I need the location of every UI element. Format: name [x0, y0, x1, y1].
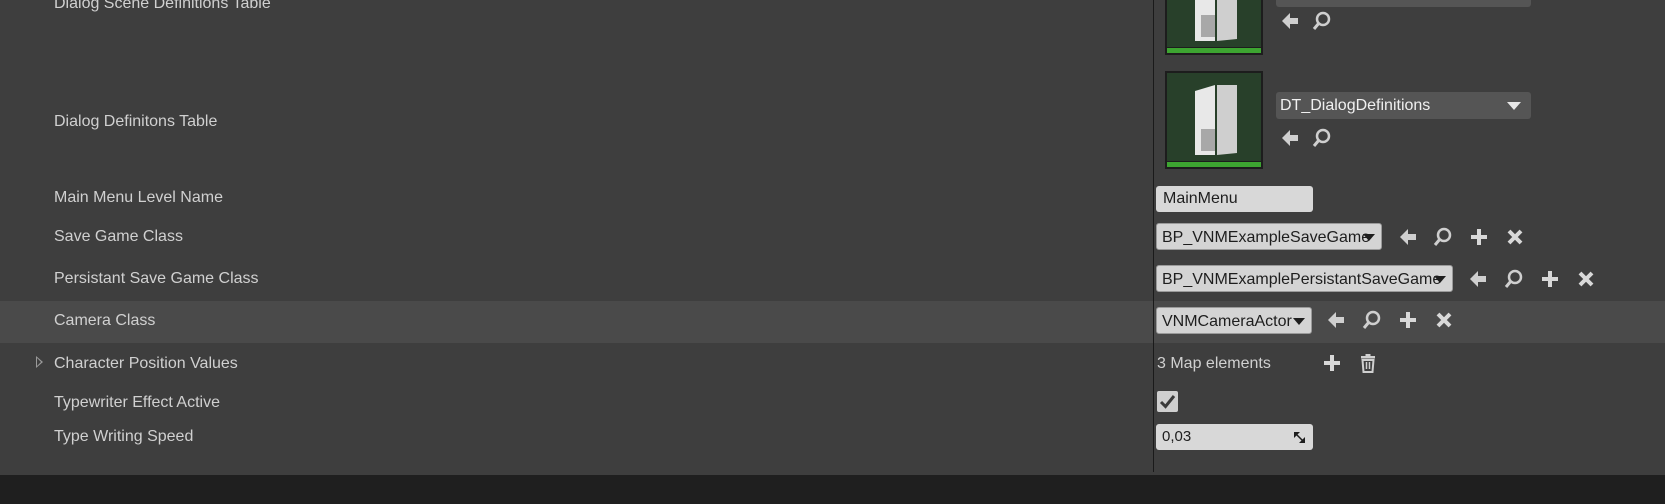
- typewriter-effect-checkbox[interactable]: [1157, 391, 1178, 412]
- row-character-position-values: Character Position Values: [0, 350, 1665, 380]
- map-element-count: 3 Map elements: [1157, 355, 1271, 372]
- asset-thumbnail-dialog-definitions[interactable]: [1165, 71, 1263, 169]
- datatable-thumbnail-icon: [1195, 85, 1237, 155]
- type-writing-speed-input[interactable]: 0,03: [1156, 424, 1313, 450]
- dropdown-value: BP_VNMExamplePersistantSaveGame: [1162, 271, 1442, 288]
- arrow-left-icon[interactable]: [1325, 309, 1347, 331]
- magnifier-icon[interactable]: [1432, 226, 1454, 248]
- chevron-down-icon: [1293, 318, 1305, 325]
- datatable-thumbnail-icon: [1195, 0, 1237, 41]
- arrow-left-icon[interactable]: [1279, 127, 1301, 149]
- arrow-left-icon[interactable]: [1279, 10, 1301, 32]
- plus-icon[interactable]: [1468, 226, 1490, 248]
- column-splitter[interactable]: [1153, 0, 1154, 472]
- x-icon[interactable]: [1575, 268, 1597, 290]
- property-label: Camera Class: [54, 312, 156, 329]
- plus-icon[interactable]: [1321, 352, 1343, 374]
- save-game-class-dropdown[interactable]: BP_VNMExampleSaveGame: [1156, 223, 1382, 250]
- camera-class-dropdown[interactable]: VNMCameraActor: [1156, 307, 1312, 334]
- property-label: Type Writing Speed: [54, 428, 194, 445]
- row-dialog-scene-definitions-table: Dialog Scene Definitions Table: [0, 0, 1665, 58]
- persistant-save-game-class-dropdown[interactable]: BP_VNMExamplePersistantSaveGame: [1156, 265, 1453, 292]
- chevron-down-icon: [1434, 276, 1446, 283]
- asset-picker-scene-definitions[interactable]: [1276, 0, 1531, 7]
- arrow-left-icon[interactable]: [1397, 226, 1419, 248]
- magnifier-icon[interactable]: [1361, 309, 1383, 331]
- property-label: Dialog Definitons Table: [54, 113, 218, 130]
- chevron-down-icon: [1363, 234, 1375, 241]
- bottom-bar: [0, 475, 1665, 504]
- row-dialog-definitions-table: Dialog Definitons Table: [0, 70, 1665, 170]
- plus-icon[interactable]: [1539, 268, 1561, 290]
- magnifier-icon[interactable]: [1311, 127, 1333, 149]
- property-label: Save Game Class: [54, 228, 183, 245]
- row-main-menu-level-name: Main Menu Level Name: [0, 183, 1665, 213]
- property-label: Character Position Values: [54, 355, 238, 372]
- magnifier-icon[interactable]: [1503, 268, 1525, 290]
- magnifier-icon[interactable]: [1311, 10, 1333, 32]
- trash-icon[interactable]: [1357, 352, 1379, 374]
- main-menu-level-name-input[interactable]: MainMenu: [1156, 186, 1313, 212]
- details-panel: Dialog Scene Definitions Table Dialog De…: [0, 0, 1665, 475]
- property-label: Typewriter Effect Active: [54, 394, 220, 411]
- asset-thumbnail-scene-definitions[interactable]: [1165, 0, 1263, 55]
- x-icon[interactable]: [1433, 309, 1455, 331]
- property-label: Main Menu Level Name: [54, 189, 223, 206]
- x-icon[interactable]: [1504, 226, 1526, 248]
- arrow-left-icon[interactable]: [1467, 268, 1489, 290]
- numeric-value: 0,03: [1162, 428, 1192, 445]
- property-label: Dialog Scene Definitions Table: [54, 0, 271, 12]
- row-typewriter-effect-active: Typewriter Effect Active: [0, 390, 1665, 420]
- chevron-down-icon: [1507, 102, 1521, 110]
- property-label: Persistant Save Game Class: [54, 270, 259, 287]
- resize-arrows-icon[interactable]: [1293, 431, 1306, 444]
- asset-picker-value: DT_DialogDefinitions: [1280, 97, 1431, 114]
- dropdown-value: VNMCameraActor: [1162, 313, 1292, 330]
- checkmark-icon: [1159, 395, 1176, 409]
- asset-picker-dialog-definitions[interactable]: DT_DialogDefinitions: [1276, 92, 1531, 119]
- dropdown-value: BP_VNMExampleSaveGame: [1162, 229, 1371, 246]
- plus-icon[interactable]: [1397, 309, 1419, 331]
- row-type-writing-speed: Type Writing Speed: [0, 424, 1665, 454]
- expand-arrow-icon[interactable]: [36, 356, 43, 368]
